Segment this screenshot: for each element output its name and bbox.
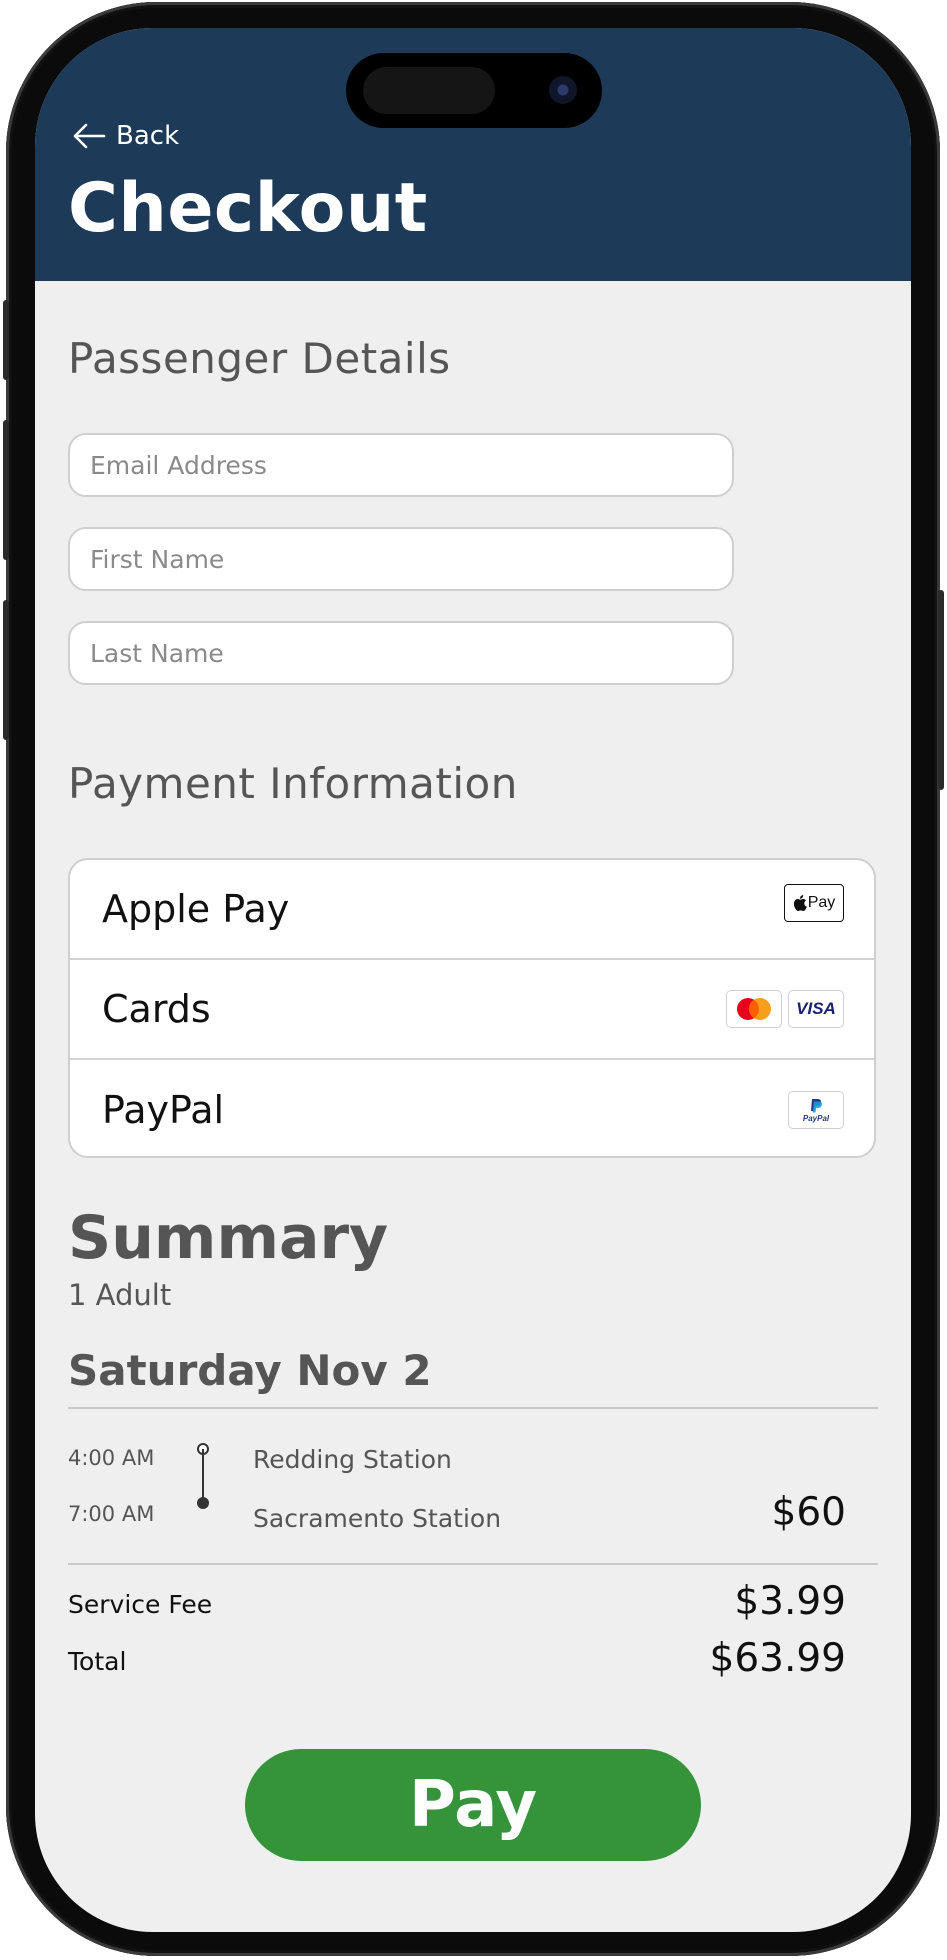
payment-option-label: Apple Pay [102,887,290,931]
apple-pay-logo-text: Pay [807,894,836,911]
route-line [202,1449,204,1503]
email-field[interactable] [68,433,734,497]
arrow-left-icon [73,123,106,149]
first-name-field[interactable] [68,527,734,591]
payment-option-label: PayPal [102,1088,225,1132]
page-title: Checkout [68,169,428,248]
summary-title: Summary [68,1203,389,1273]
paypal-p-icon [811,1098,822,1112]
back-button[interactable]: Back [72,116,179,156]
service-fee-amount: $3.99 [734,1579,846,1624]
side-button [3,600,9,740]
pay-button[interactable]: Pay [245,1749,701,1861]
divider [68,1563,878,1565]
payment-logos: PayPal [788,1060,844,1156]
apple-logo-icon [793,895,807,911]
paypal-icon: PayPal [788,1091,844,1129]
payment-option-apple-pay[interactable]: Apple Pay Pay [70,860,874,960]
payment-option-label: Cards [102,987,211,1031]
dynamic-island [346,53,602,128]
payment-information-title: Payment Information [68,759,518,808]
apple-pay-icon: Pay [784,884,844,922]
passenger-details-title: Passenger Details [68,334,451,383]
side-button [938,590,944,790]
mastercard-icon [726,990,782,1028]
payment-logos: VISA [726,960,844,1058]
camera-icon [549,76,577,104]
service-fee-label: Service Fee [68,1590,213,1619]
back-label: Back [116,121,180,151]
last-name-field[interactable] [68,621,734,685]
payment-option-cards[interactable]: Cards VISA [70,960,874,1060]
mastercard-circles [737,998,771,1020]
screen: Back Checkout Passenger Details Payment … [35,28,911,1932]
island-sensor [363,67,495,114]
total-label: Total [68,1647,127,1676]
payment-option-paypal[interactable]: PayPal PayPal [70,1060,874,1156]
side-button [3,420,9,560]
route-end-dot [197,1497,209,1509]
visa-icon: VISA [788,990,844,1028]
side-button [3,300,9,380]
origin-station: Redding Station [253,1445,452,1474]
travel-date: Saturday Nov 2 [68,1346,432,1395]
arrival-time: 7:00 AM [68,1502,155,1526]
visa-logo-text: VISA [796,999,836,1018]
paypal-logo-text: PayPal [802,1113,830,1123]
fare-price: $60 [771,1490,846,1535]
destination-station: Sacramento Station [253,1504,502,1533]
payment-logos: Pay [784,860,844,958]
passenger-count: 1 Adult [68,1278,172,1312]
divider [68,1407,878,1409]
total-amount: $63.99 [709,1636,846,1681]
departure-time: 4:00 AM [68,1446,155,1470]
payment-methods-list: Apple Pay Pay Cards VISA PayPal PayPal [68,858,876,1158]
